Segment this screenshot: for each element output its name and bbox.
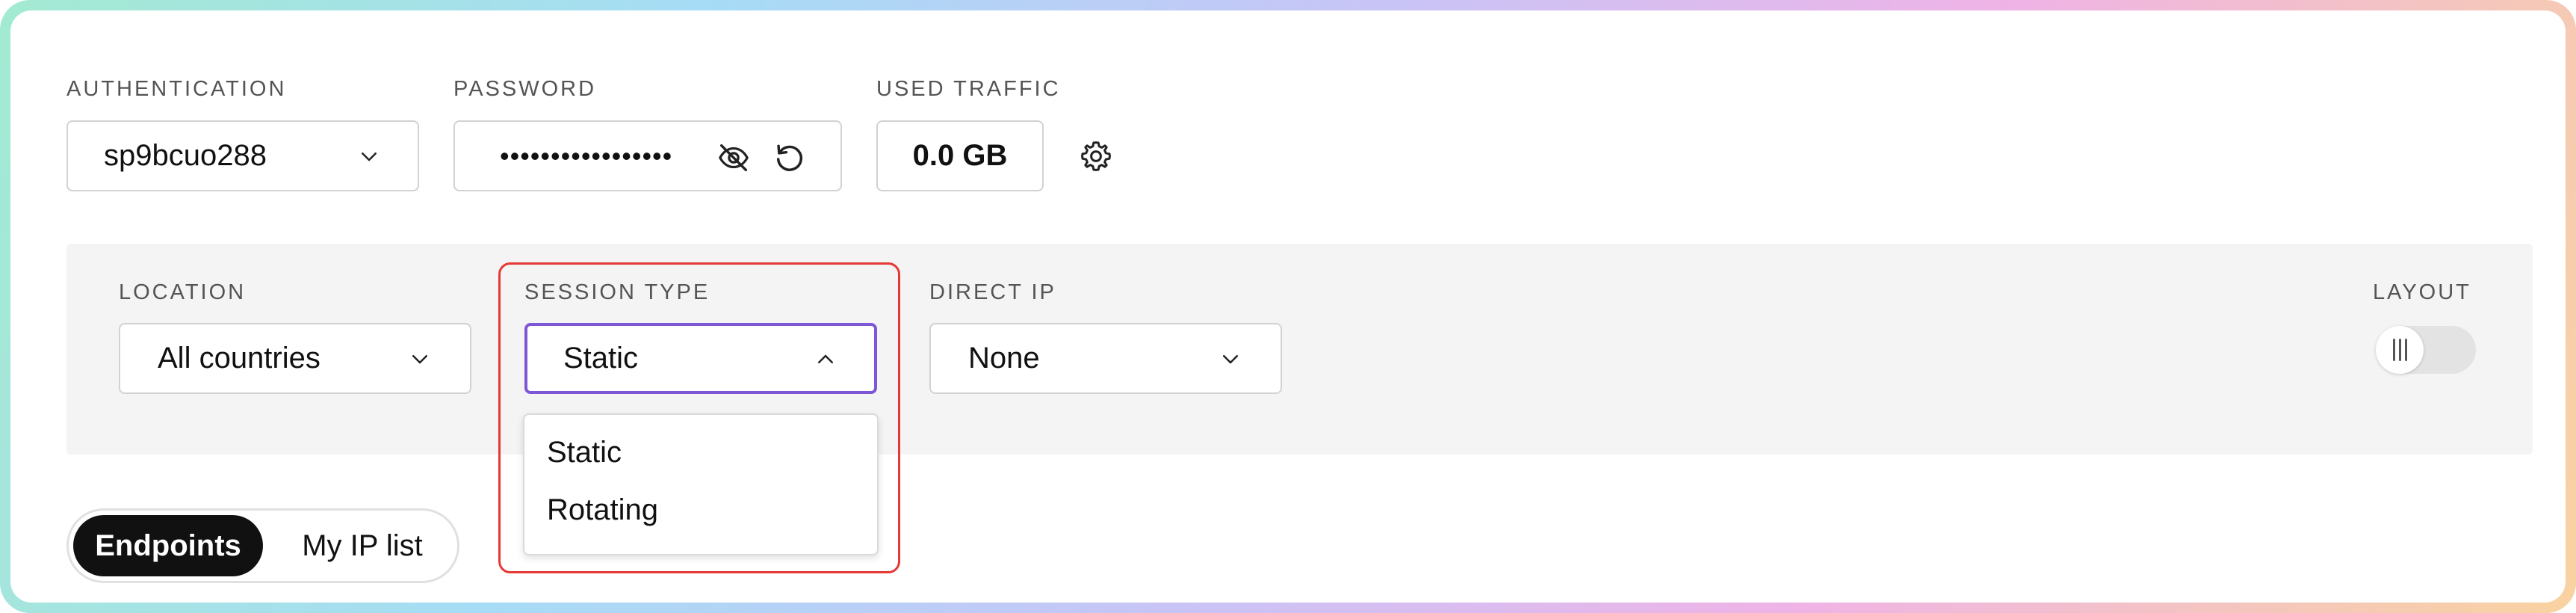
chevron-down-icon — [362, 153, 377, 161]
used-traffic-value: 0.0 GB — [912, 139, 1008, 172]
session-type-dropdown: Static Rotating — [523, 413, 879, 555]
layout-label: LAYOUT — [2373, 280, 2471, 304]
session-type-value: Static — [563, 342, 639, 375]
view-tabs: Endpoints My IP list — [66, 508, 459, 583]
location-label: LOCATION — [119, 280, 247, 304]
direct-ip-select[interactable]: None — [929, 323, 1282, 394]
grip-line — [2404, 339, 2407, 361]
eye-off-icon[interactable] — [716, 141, 751, 175]
authentication-select[interactable]: sp9bcuo288 — [66, 120, 419, 191]
chevron-up-icon — [818, 354, 833, 363]
location-select[interactable]: All countries — [119, 323, 471, 394]
grip-line — [2392, 339, 2395, 361]
password-masked-value: ••••••••••••••••• — [500, 140, 673, 171]
authentication-label: AUTHENTICATION — [66, 77, 287, 101]
direct-ip-label: DIRECT IP — [929, 280, 1056, 304]
gear-icon[interactable] — [1078, 138, 1114, 174]
authentication-value: sp9bcuo288 — [104, 139, 267, 172]
used-traffic-label: USED TRAFFIC — [876, 77, 1061, 101]
direct-ip-value: None — [968, 342, 1040, 375]
option-rotating[interactable]: Rotating — [547, 493, 658, 527]
tab-endpoints[interactable]: Endpoints — [73, 515, 263, 576]
regenerate-icon[interactable] — [773, 141, 807, 175]
location-value: All countries — [158, 342, 321, 375]
grip-line — [2398, 339, 2401, 361]
used-traffic-box: 0.0 GB — [876, 120, 1044, 191]
toggle-knob — [2376, 326, 2424, 374]
password-field[interactable]: ••••••••••••••••• — [453, 120, 842, 191]
tab-my-ip-list[interactable]: My IP list — [269, 515, 456, 576]
chevron-down-icon — [1223, 355, 1238, 364]
session-type-select[interactable]: Static — [524, 323, 877, 394]
chevron-down-icon — [412, 355, 427, 364]
password-label: PASSWORD — [453, 77, 597, 101]
layout-toggle[interactable] — [2376, 326, 2476, 374]
option-static[interactable]: Static — [547, 436, 622, 469]
